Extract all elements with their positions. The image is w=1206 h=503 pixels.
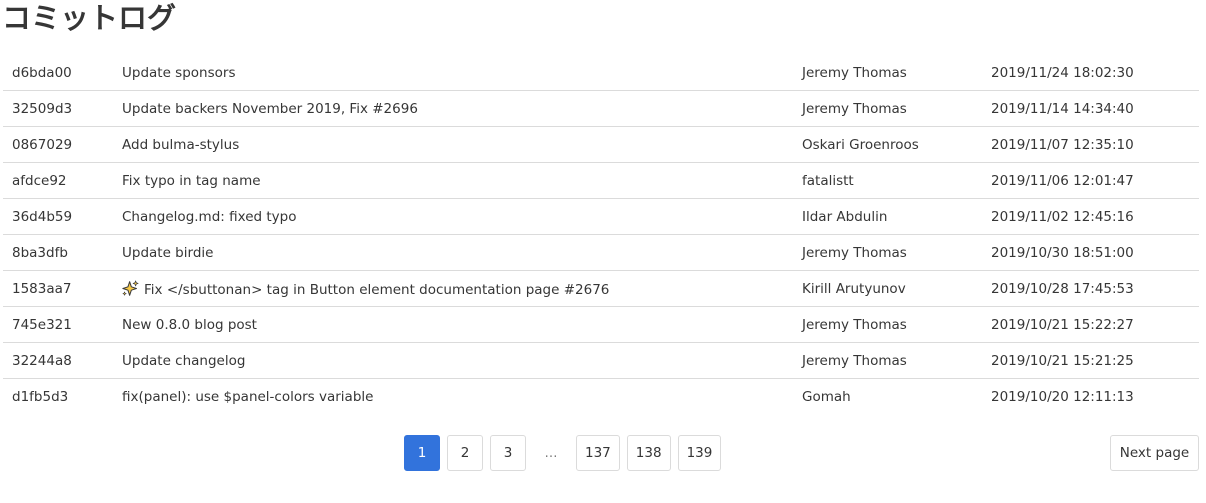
table-row[interactable]: 32244a8 Update changelog Jeremy Thomas 2…: [3, 342, 1199, 379]
commit-hash: 1583aa7: [3, 270, 122, 307]
commit-date: 2019/10/28 17:45:53: [991, 270, 1199, 307]
table-row[interactable]: afdce92 Fix typo in tag name fatalistt 2…: [3, 162, 1199, 199]
commit-message: Update sponsors: [122, 55, 802, 91]
commit-message: New 0.8.0 blog post: [122, 306, 802, 343]
page-139-button[interactable]: 139: [677, 435, 722, 471]
commit-hash: afdce92: [3, 162, 122, 199]
table-row[interactable]: 0867029 Add bulma-stylus Oskari Groenroo…: [3, 126, 1199, 163]
commit-message: Update birdie: [122, 234, 802, 271]
commit-author: Jeremy Thomas: [802, 90, 991, 127]
commit-author: Jeremy Thomas: [802, 55, 991, 91]
commit-author: Kirill Arutyunov: [802, 270, 991, 307]
commit-hash: d6bda00: [3, 55, 122, 91]
commit-author: fatalistt: [802, 162, 991, 199]
table-row[interactable]: 8ba3dfb Update birdie Jeremy Thomas 2019…: [3, 234, 1199, 271]
commit-table-body: d6bda00 Update sponsors Jeremy Thomas 20…: [3, 55, 1199, 414]
commit-hash: 0867029: [3, 126, 122, 163]
page-3-button[interactable]: 3: [490, 435, 526, 471]
commit-hash: d1fb5d3: [12, 388, 69, 405]
commit-table: d6bda00 Update sponsors Jeremy Thomas 20…: [3, 55, 1199, 414]
pagination: 1 2 3 … 137 138 139: [404, 435, 728, 471]
commit-message: Update backers November 2019, Fix #2696: [122, 90, 802, 127]
commit-date: 2019/10/21 15:21:25: [991, 342, 1199, 379]
commit-message-cell: Fix </sbuttonan> tag in Button element d…: [122, 270, 802, 307]
table-row[interactable]: 745e321 New 0.8.0 blog post Jeremy Thoma…: [3, 306, 1199, 343]
commit-author: Jeremy Thomas: [802, 234, 991, 271]
commit-author: Jeremy Thomas: [802, 342, 991, 379]
table-row[interactable]: d1fb5d3 fix(panel): use $panel-colors va…: [3, 379, 1199, 415]
commit-message: Fix </sbuttonan> tag in Button element d…: [144, 281, 610, 298]
commit-author: Jeremy Thomas: [802, 306, 991, 343]
commit-author: Oskari Groenroos: [802, 126, 991, 163]
commit-hash: 8ba3dfb: [3, 234, 122, 271]
commit-hash: 32244a8: [3, 342, 122, 379]
commit-message: fix(panel): use $panel-colors variable: [122, 388, 374, 405]
commit-message: Changelog.md: fixed typo: [122, 198, 802, 235]
commit-message: Update changelog: [122, 342, 802, 379]
pagination-ellipsis: …: [544, 445, 558, 461]
page-2-button[interactable]: 2: [447, 435, 483, 471]
page-title: コミットログ: [2, 1, 177, 35]
next-page-button[interactable]: Next page: [1110, 435, 1199, 471]
commit-date: 2019/11/14 14:34:40: [991, 90, 1199, 127]
table-row[interactable]: 32509d3 Update backers November 2019, Fi…: [3, 90, 1199, 127]
commit-author: Ildar Abdulin: [802, 198, 991, 235]
commit-message: Fix typo in tag name: [122, 162, 802, 199]
page-1-button[interactable]: 1: [404, 435, 440, 471]
commit-date: 2019/10/21 15:22:27: [991, 306, 1199, 343]
page-137-button[interactable]: 137: [576, 435, 620, 471]
commit-message: Add bulma-stylus: [122, 126, 802, 163]
commit-author: Gomah: [802, 388, 851, 405]
commit-date: 2019/10/30 18:51:00: [991, 234, 1199, 271]
commit-hash: 745e321: [3, 306, 122, 343]
commit-date: 2019/11/07 12:35:10: [991, 126, 1199, 163]
table-row[interactable]: 1583aa7 Fix </sbuttonan> tag in Button e…: [3, 270, 1199, 307]
table-row[interactable]: 36d4b59 Changelog.md: fixed typo Ildar A…: [3, 198, 1199, 235]
commit-hash: 32509d3: [3, 90, 122, 127]
sparkles-icon: [122, 280, 139, 296]
commit-date: 2019/10/20 12:11:13: [991, 388, 1134, 405]
commit-hash: 36d4b59: [3, 198, 122, 235]
commit-date: 2019/11/24 18:02:30: [991, 55, 1199, 91]
commit-date: 2019/11/06 12:01:47: [991, 162, 1199, 199]
commit-date: 2019/11/02 12:45:16: [991, 198, 1199, 235]
page-138-button[interactable]: 138: [626, 435, 671, 471]
table-row[interactable]: d6bda00 Update sponsors Jeremy Thomas 20…: [3, 55, 1199, 91]
